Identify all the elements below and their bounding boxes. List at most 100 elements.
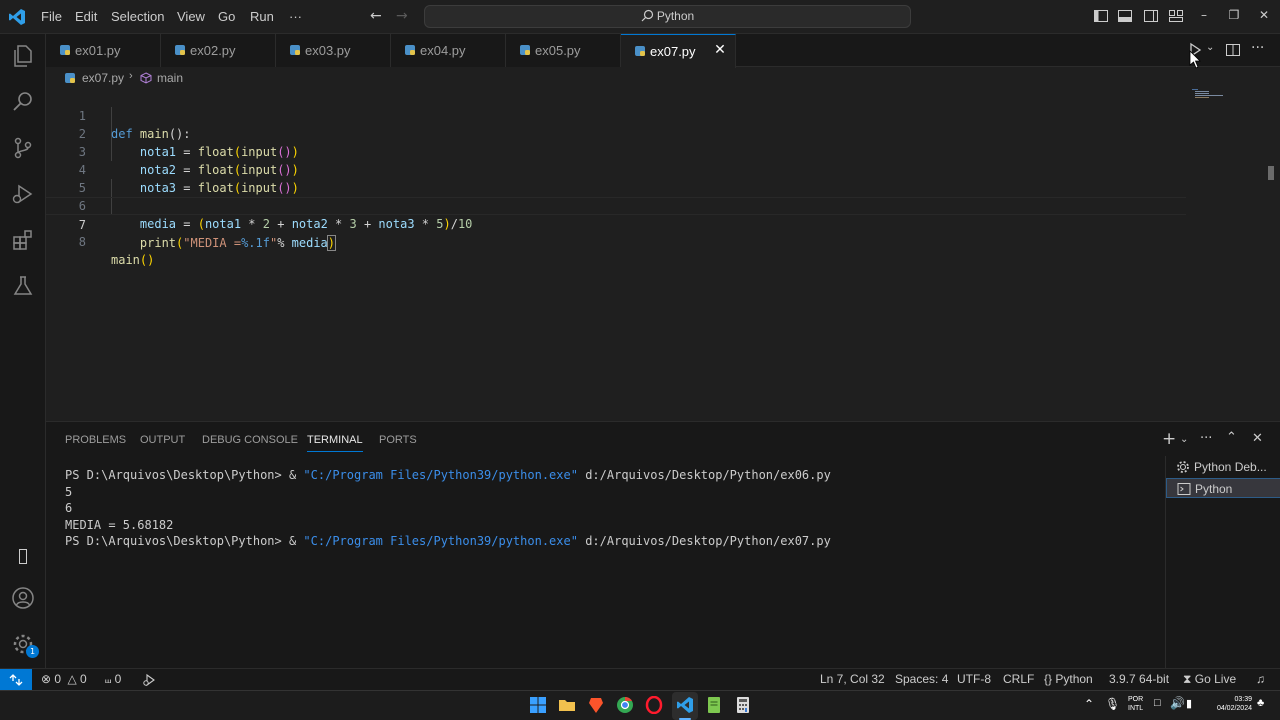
- close-tab-icon[interactable]: ✕: [713, 43, 727, 57]
- activity-bar: [0, 34, 46, 668]
- menu-edit[interactable]: Edit: [75, 9, 97, 24]
- terminal-profiles-chevron-down-icon[interactable]: ⌄: [1180, 434, 1188, 445]
- windows-start-icon[interactable]: [529, 696, 547, 714]
- tab-ex03[interactable]: ex03.py: [276, 34, 391, 67]
- notepad-icon[interactable]: [705, 696, 723, 714]
- vscode-taskbar-icon[interactable]: [676, 696, 694, 714]
- volume-icon[interactable]: 🔊: [1170, 696, 1185, 710]
- maximize-panel-chevron-up-icon[interactable]: ⌃: [1226, 430, 1237, 445]
- warning-icon: △: [67, 672, 77, 686]
- menu-go[interactable]: Go: [218, 9, 235, 24]
- code-token: media: [291, 236, 328, 250]
- breadcrumb-symbol[interactable]: main: [157, 71, 183, 85]
- tab-problems[interactable]: PROBLEMS: [65, 434, 126, 446]
- breadcrumb-file[interactable]: ex07.py: [82, 71, 124, 85]
- problems-status[interactable]: ⊗ 0 △ 0: [41, 672, 87, 686]
- menu-more[interactable]: ···: [289, 9, 302, 24]
- command-center-text: Python: [656, 9, 695, 23]
- notification-bell-icon[interactable]: ♣: [1257, 697, 1264, 709]
- cursor-position[interactable]: Ln 7, Col 32: [820, 672, 885, 686]
- brave-browser-icon[interactable]: [587, 696, 605, 714]
- terminal-item-python-debug[interactable]: Python Deb...: [1166, 457, 1280, 477]
- debug-run-icon[interactable]: [142, 673, 156, 687]
- language-top: POR: [1128, 696, 1144, 703]
- python-file-icon: [520, 45, 530, 55]
- close-window-button[interactable]: ✕: [1249, 0, 1279, 33]
- tab-label: ex03.py: [305, 43, 351, 58]
- minimize-button[interactable]: –: [1189, 0, 1219, 33]
- toggle-secondary-sidebar-icon[interactable]: [1143, 8, 1159, 24]
- go-live-button[interactable]: ⧗ Go Live: [1183, 672, 1236, 687]
- notifications-bell-icon[interactable]: ♫: [1256, 672, 1265, 686]
- back-arrow-icon[interactable]: ←: [370, 8, 382, 24]
- microphone-icon[interactable]: 🎙: [1105, 697, 1120, 711]
- extensions-icon[interactable]: [11, 228, 35, 252]
- more-actions-icon[interactable]: ···: [1200, 431, 1212, 446]
- code-line: 8 main(): [46, 215, 1186, 267]
- minimap[interactable]: [1192, 89, 1228, 99]
- warning-count: 0: [80, 672, 87, 686]
- forward-arrow-icon[interactable]: →: [396, 8, 408, 24]
- menu-run[interactable]: Run: [250, 9, 274, 24]
- remote-indicator[interactable]: [0, 669, 32, 690]
- accounts-icon[interactable]: [11, 586, 35, 610]
- remote-icon: [9, 674, 23, 686]
- terminal-path: d:/Arquivos/Desktop/Python/ex06.py: [577, 468, 831, 482]
- tab-label: ex02.py: [190, 43, 236, 58]
- scrollbar-thumb[interactable]: [1268, 166, 1274, 180]
- terminal-item-python[interactable]: Python: [1166, 478, 1280, 498]
- code-token: "MEDIA =: [183, 236, 242, 250]
- menu-view[interactable]: View: [177, 9, 205, 24]
- new-terminal-plus-icon[interactable]: +: [1162, 429, 1176, 449]
- tab-terminal[interactable]: TERMINAL: [307, 434, 363, 452]
- toggle-panel-icon[interactable]: [1117, 8, 1133, 24]
- code-editor[interactable]: 1 def main(): 2 nota1 = float(input()) 3…: [46, 89, 1280, 421]
- code-line: 5: [46, 161, 1186, 195]
- keyboard-language[interactable]: POR INTL: [1128, 695, 1143, 713]
- run-and-debug-icon[interactable]: [11, 182, 35, 206]
- file-explorer-icon[interactable]: [558, 696, 576, 714]
- split-editor-icon[interactable]: [1225, 42, 1241, 58]
- command-center-search[interactable]: Python: [424, 5, 911, 28]
- source-control-icon[interactable]: [11, 136, 35, 160]
- tab-ex01[interactable]: ex01.py: [46, 34, 161, 67]
- opera-browser-icon[interactable]: [645, 696, 663, 714]
- battery-icon[interactable]: ▮: [1186, 697, 1192, 710]
- terminal-line: PS D:\Arquivos\Desktop\Python> & "C:/Pro…: [65, 533, 831, 549]
- run-options-chevron-down-icon[interactable]: ⌄: [1206, 42, 1214, 53]
- customize-layout-icon[interactable]: [1168, 8, 1184, 24]
- menu-selection[interactable]: Selection: [111, 9, 164, 24]
- clock[interactable]: 03:39 04/02/2024: [1208, 695, 1252, 713]
- encoding[interactable]: UTF-8: [957, 672, 991, 686]
- close-panel-icon[interactable]: ✕: [1252, 431, 1263, 446]
- python-interpreter[interactable]: 3.9.7 64-bit: [1109, 672, 1169, 686]
- network-icon[interactable]: □: [1154, 697, 1161, 709]
- explorer-icon[interactable]: [11, 44, 35, 68]
- maximize-button[interactable]: ❐: [1219, 0, 1249, 33]
- tab-ex05[interactable]: ex05.py: [506, 34, 621, 67]
- testing-flask-icon[interactable]: [11, 274, 35, 298]
- tab-debug-console[interactable]: DEBUG CONSOLE: [202, 434, 298, 446]
- chrome-browser-icon[interactable]: [616, 696, 634, 714]
- language-mode[interactable]: {} Python: [1044, 672, 1093, 686]
- ports-status[interactable]: ⧢ 0: [105, 672, 121, 687]
- calculator-icon[interactable]: [734, 696, 752, 714]
- tab-ex07[interactable]: ex07.py ✕: [621, 34, 736, 68]
- tab-ports[interactable]: PORTS: [379, 434, 417, 446]
- end-of-line[interactable]: CRLF: [1003, 672, 1034, 686]
- tab-output[interactable]: OUTPUT: [140, 434, 185, 446]
- tab-ex04[interactable]: ex04.py: [391, 34, 506, 67]
- language-bottom: INTL: [1128, 705, 1144, 712]
- terminal-item-label: Python Deb...: [1194, 460, 1267, 474]
- tab-ex02[interactable]: ex02.py: [161, 34, 276, 67]
- menu-file[interactable]: File: [41, 9, 62, 24]
- terminal-icon: [1177, 483, 1191, 495]
- terminal-prompt: PS D:\Arquivos\Desktop\Python> &: [65, 534, 304, 548]
- clock-date: 04/02/2024: [1216, 705, 1252, 712]
- more-actions-icon[interactable]: ···: [1251, 40, 1264, 56]
- tray-chevron-up-icon[interactable]: ⌃: [1084, 697, 1094, 711]
- vscode-logo-icon[interactable]: [8, 8, 26, 26]
- search-icon[interactable]: [11, 90, 35, 114]
- toggle-primary-sidebar-icon[interactable]: [1093, 8, 1109, 24]
- indentation[interactable]: Spaces: 4: [895, 672, 948, 686]
